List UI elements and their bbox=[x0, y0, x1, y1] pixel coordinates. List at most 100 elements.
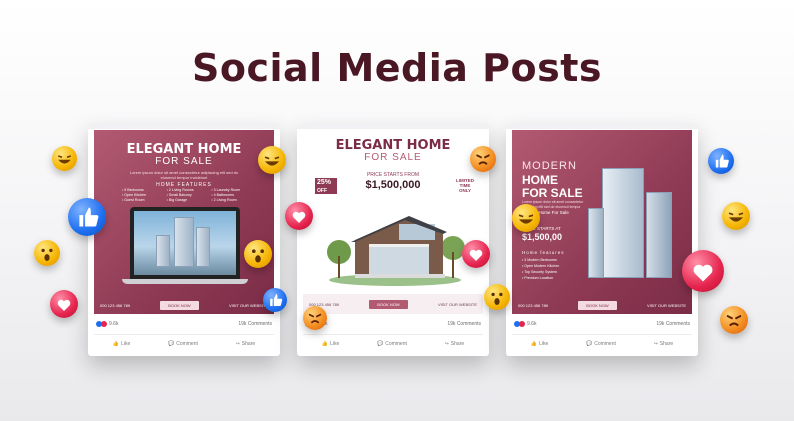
card-top-bar bbox=[506, 124, 698, 129]
share-icon: ↪ bbox=[444, 340, 449, 347]
feature-item: Guest Room bbox=[122, 198, 163, 202]
card-top-bar bbox=[297, 124, 489, 129]
laptop-base bbox=[122, 279, 248, 284]
feature-item: 2 Living Room bbox=[211, 198, 252, 202]
phone-number: 000 123 456 789 bbox=[100, 302, 131, 308]
like-action[interactable]: 👍 Like bbox=[531, 341, 548, 347]
angry-emoji-icon bbox=[720, 306, 748, 334]
laugh-emoji-icon bbox=[722, 202, 750, 230]
post-footer: 000 123 456 789 BOOK NOW VISIT OUR WEBSI… bbox=[303, 294, 483, 314]
likes-value: 9.6k bbox=[527, 321, 537, 327]
building-shape bbox=[646, 192, 672, 278]
like-emoji-icon bbox=[708, 148, 734, 174]
thumbs-up-icon: 👍 bbox=[321, 340, 329, 347]
card-top-bar bbox=[88, 124, 280, 129]
comment-icon: 💬 bbox=[376, 340, 384, 347]
post-image-1[interactable]: ELEGANT HOME FOR SALE Lorem ipsum dolor … bbox=[94, 130, 274, 314]
heart-emoji-icon bbox=[285, 202, 313, 230]
thumbs-up-icon: 👍 bbox=[530, 340, 538, 347]
wow-emoji-icon bbox=[484, 284, 510, 310]
building-shape bbox=[174, 217, 194, 267]
comment-icon: 💬 bbox=[585, 340, 593, 347]
laptop-image bbox=[130, 207, 240, 279]
book-now-button[interactable]: BOOK NOW bbox=[369, 299, 408, 309]
heart-emoji-icon bbox=[50, 290, 78, 318]
feature-item: 5 Bedrooms bbox=[122, 188, 163, 192]
features-list: 3 Modern Bedrooms Open Modern Kitchen To… bbox=[522, 257, 559, 281]
post-title: ELEGANT HOME bbox=[126, 142, 242, 157]
comment-action[interactable]: 💬 Comment bbox=[377, 341, 407, 347]
like-emoji-icon bbox=[68, 198, 106, 236]
like-label: Like bbox=[121, 340, 131, 347]
post-actions: 👍 Like 💬 Comment ↪ Share bbox=[303, 334, 483, 352]
building-shape bbox=[156, 235, 170, 267]
angry-emoji-icon bbox=[470, 146, 496, 172]
laptop-screen bbox=[134, 211, 236, 275]
feature-item: 2 Living Rooms bbox=[167, 188, 208, 192]
share-action[interactable]: ↪ Share bbox=[236, 341, 256, 347]
comment-action[interactable]: 💬 Comment bbox=[586, 341, 616, 347]
post-heading-home: HOME bbox=[522, 173, 558, 187]
post-subtitle: FOR SALE bbox=[364, 152, 422, 163]
book-now-button[interactable]: BOOK NOW bbox=[578, 300, 617, 310]
post-actions: 👍 Like 💬 Comment ↪ Share bbox=[512, 334, 692, 352]
heart-emoji-icon bbox=[462, 240, 490, 268]
laugh-emoji-icon bbox=[52, 146, 77, 171]
post-image-2[interactable]: ELEGANT HOME FOR SALE 25% OFF PRICE STAR… bbox=[303, 130, 483, 314]
comment-icon: 💬 bbox=[167, 340, 175, 347]
thumbs-up-icon: 👍 bbox=[112, 340, 120, 347]
post-footer: 000 123 456 789 BOOK NOW VISIT OUR WEBSI… bbox=[512, 296, 692, 314]
share-label: Share bbox=[241, 340, 256, 347]
wow-emoji-icon bbox=[34, 240, 60, 266]
wow-emoji-icon bbox=[244, 240, 272, 268]
share-label: Share bbox=[450, 340, 465, 347]
feature-item: Small Balcony bbox=[167, 193, 208, 197]
laugh-emoji-icon bbox=[258, 146, 286, 174]
post-footer: 000 123 456 789 BOOK NOW VISIT OUR WEBSI… bbox=[94, 296, 274, 314]
likes-value: 9.6k bbox=[109, 321, 119, 327]
like-emoji-icon bbox=[263, 288, 287, 312]
comments-count: 19k Comments bbox=[447, 321, 481, 327]
book-now-button[interactable]: BOOK NOW bbox=[160, 300, 199, 310]
angry-emoji-icon bbox=[303, 306, 327, 330]
like-action[interactable]: 👍 Like bbox=[113, 341, 130, 347]
price-value: $1,500,00 bbox=[522, 232, 563, 242]
post-description: Lorem ipsum dolor sit amet consectetur a… bbox=[129, 170, 239, 180]
limited-offer: LIMITED TIME ONLY bbox=[456, 178, 474, 193]
likes-count: 9.6k bbox=[96, 321, 118, 327]
building-shape bbox=[588, 208, 604, 278]
comment-label: Comment bbox=[385, 340, 407, 347]
building-shape bbox=[196, 227, 210, 267]
features-heading: Home features bbox=[522, 250, 565, 255]
post-stats: 9.6k 19k Comments bbox=[94, 320, 274, 330]
post-actions: 👍 Like 💬 Comment ↪ Share bbox=[94, 334, 274, 352]
post-card-3[interactable]: MODERN HOME FOR SALE Lorem ipsum dolor s… bbox=[506, 124, 698, 356]
house-illustration bbox=[327, 216, 465, 286]
comments-count: 19k Comments bbox=[656, 321, 690, 327]
like-label: Like bbox=[539, 340, 549, 347]
post-heading-modern: MODERN bbox=[522, 160, 577, 172]
post-stats: 9.6k 19k Comments bbox=[512, 320, 692, 330]
share-icon: ↪ bbox=[653, 340, 658, 347]
feature-item: 3 Laundry Room bbox=[211, 188, 252, 192]
like-label: Like bbox=[330, 340, 340, 347]
comment-label: Comment bbox=[594, 340, 616, 347]
heart-mini-icon bbox=[519, 321, 525, 327]
share-action[interactable]: ↪ Share bbox=[445, 341, 465, 347]
share-label: Share bbox=[659, 340, 674, 347]
likes-count: 9.6k bbox=[514, 321, 536, 327]
website-link[interactable]: VISIT OUR WEBSITE bbox=[647, 303, 686, 308]
heart-mini-icon bbox=[101, 321, 107, 327]
feature-item: Big Garage bbox=[167, 198, 208, 202]
comment-label: Comment bbox=[176, 340, 198, 347]
post-heading-sale: FOR SALE bbox=[522, 186, 583, 200]
comments-count: 19k Comments bbox=[238, 321, 272, 327]
feature-item: Premium Location bbox=[522, 275, 559, 281]
feature-item: 4 Bathrooms bbox=[211, 193, 252, 197]
comment-action[interactable]: 💬 Comment bbox=[168, 341, 198, 347]
website-link[interactable]: VISIT OUR WEBSITE bbox=[438, 302, 477, 307]
heart-emoji-icon bbox=[682, 250, 724, 292]
post-title: ELEGANT HOME bbox=[335, 138, 451, 153]
share-action[interactable]: ↪ Share bbox=[654, 341, 674, 347]
like-action[interactable]: 👍 Like bbox=[322, 341, 339, 347]
